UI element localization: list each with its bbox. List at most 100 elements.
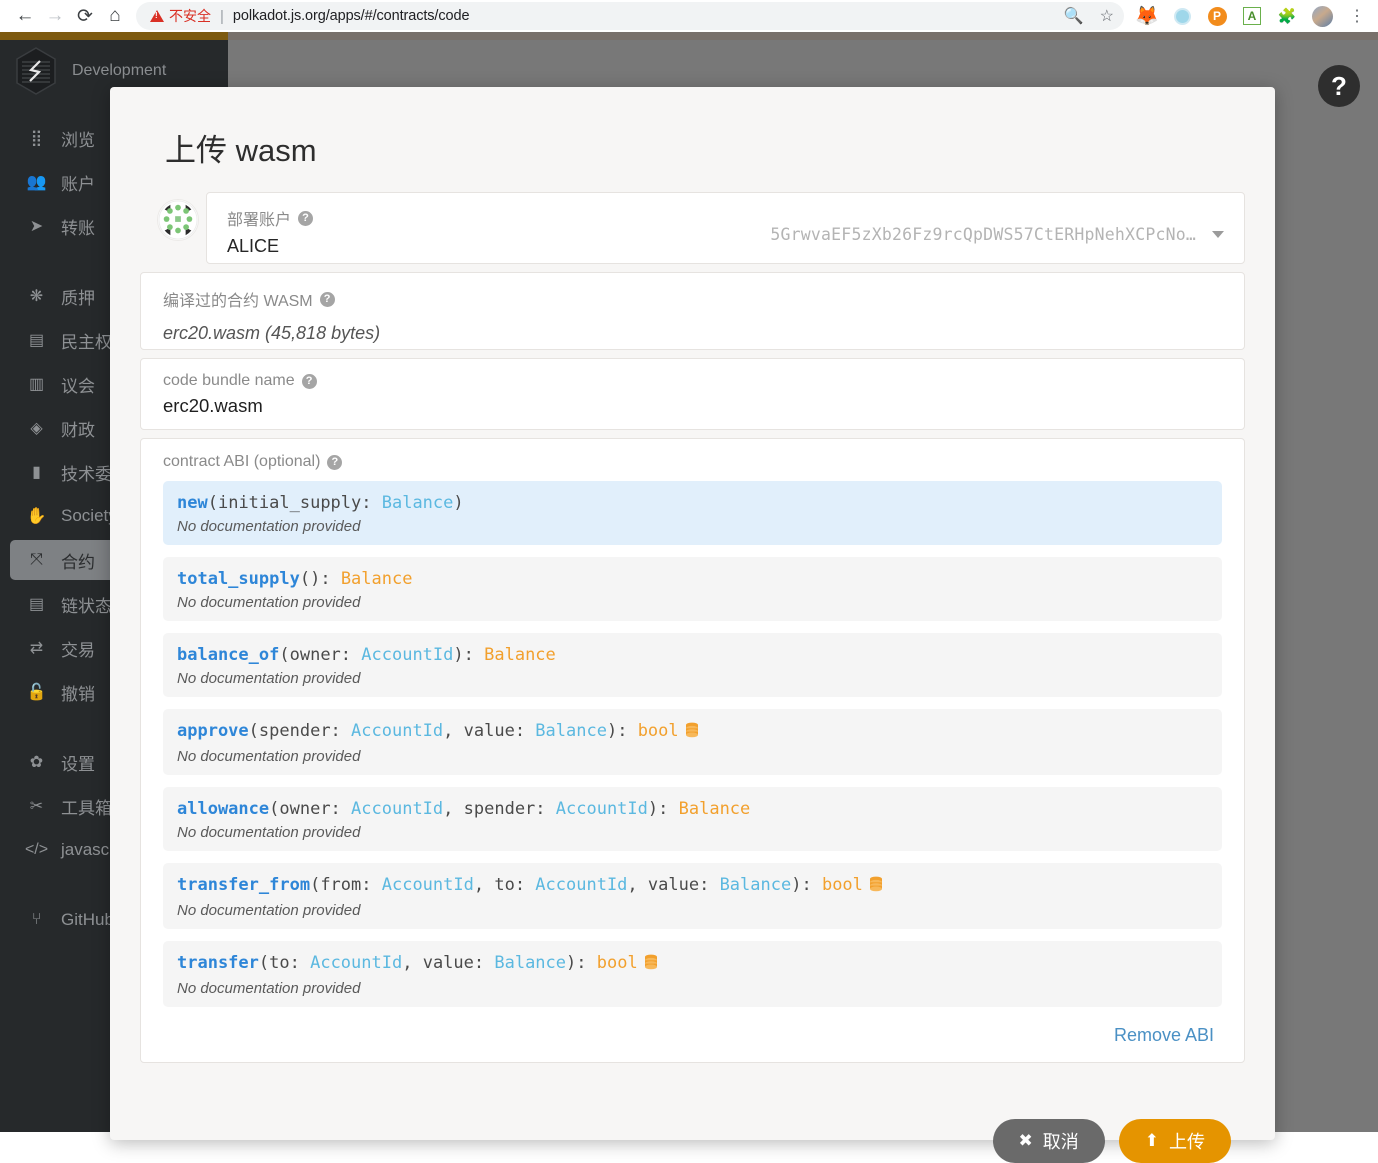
abi-doc-text: No documentation provided	[177, 901, 361, 919]
compiled-wasm-field[interactable]: 编译过的合约 WASM ? erc20.wasm (45,818 bytes)	[140, 272, 1245, 350]
abi-doc-text: No documentation provided	[177, 517, 361, 535]
tools-icon: ✂	[29, 798, 44, 815]
address-bar[interactable]: 不安全 | polkadot.js.org/apps/#/contracts/c…	[136, 2, 1124, 30]
account-identicon	[157, 199, 199, 241]
database-mutates-icon	[685, 722, 699, 745]
cancel-button[interactable]: ✖ 取消	[992, 1118, 1105, 1163]
remove-abi-link[interactable]: Remove ABI	[163, 1019, 1222, 1048]
abi-function-name: balance_of	[177, 644, 280, 665]
abi-return-type: bool	[596, 952, 638, 973]
abi-param-type: Balance	[381, 493, 454, 513]
abi-signature: transfer_from(from: AccountId, to: Accou…	[177, 874, 1208, 899]
abi-param-type: AccountId	[381, 874, 474, 895]
help-icon-wasm[interactable]: ?	[319, 291, 335, 307]
code-bundle-name-field[interactable]: code bundle name ? erc20.wasm	[140, 358, 1245, 430]
browser-menu-icon[interactable]: ⋮	[1346, 5, 1368, 27]
top-strip	[0, 32, 1378, 40]
deployment-account-address: 5GrwvaEF5zXb26Fz9rcQpDWS57CtERHpNehXCPcN…	[770, 225, 1196, 244]
abi-entry[interactable]: transfer_from(from: AccountId, to: Accou…	[163, 862, 1222, 929]
abi-param-type: Balance	[535, 720, 607, 741]
abi-message-list: new(initial_supply: Balance) No documenta…	[163, 481, 1222, 1007]
sidebar-item-label: 质押	[61, 288, 95, 308]
chevron-down-icon[interactable]	[1212, 231, 1224, 238]
building-icon: ▥	[28, 376, 45, 393]
deployment-account-label: 部署账户	[227, 212, 292, 229]
code-branch-icon: ⑂	[31, 911, 42, 928]
home-button[interactable]: ⌂	[100, 1, 130, 31]
sidebar-item-label: GitHub	[61, 910, 114, 929]
deployment-account-field[interactable]: 部署账户 ? ALICE 5GrwvaEF5zXb26Fz9rcQpDWS57C…	[157, 192, 1245, 264]
certificate-icon: ❋	[29, 288, 44, 305]
abi-return-type: Balance	[484, 644, 556, 665]
abi-entry[interactable]: approve(spender: AccountId, value: Balan…	[163, 708, 1222, 775]
sidebar-item-label: 技术委	[61, 464, 112, 484]
exchange-icon: ⇄	[29, 640, 44, 657]
help-icon-account[interactable]: ?	[298, 210, 314, 226]
abi-param-type: AccountId	[310, 952, 403, 973]
sidebar-item-label: 设置	[61, 754, 95, 774]
abi-param-type: AccountId	[351, 798, 444, 819]
star-icon[interactable]: ☆	[1100, 6, 1114, 26]
compress-icon: ⤧	[30, 551, 43, 568]
grid-dots-icon: ⣿	[30, 130, 43, 147]
modal-title: 上传 wasm	[165, 133, 317, 168]
back-button[interactable]: ←	[10, 1, 40, 31]
paper-plane-icon: ➤	[29, 218, 44, 235]
abi-entry[interactable]: total_supply(): Balance No documentation …	[163, 556, 1222, 621]
code-bundle-name-value[interactable]: erc20.wasm	[163, 395, 1222, 417]
forward-button[interactable]: →	[40, 1, 70, 31]
upload-button[interactable]: ⬆ 上传	[1118, 1118, 1231, 1163]
upload-button-label: 上传	[1169, 1131, 1205, 1152]
contract-abi-field: contract ABI (optional) ? new(initial_su…	[140, 438, 1245, 1063]
cogs-icon: ✿	[29, 754, 44, 771]
contract-abi-label: contract ABI (optional)	[163, 453, 321, 470]
abi-doc-text: No documentation provided	[177, 747, 361, 765]
deployment-account-name: ALICE	[227, 236, 280, 256]
abi-param-type: AccountId	[555, 798, 648, 819]
reload-button[interactable]: ⟳	[70, 1, 100, 31]
gem-icon: ◈	[30, 420, 43, 437]
compiled-wasm-label: 编译过的合约 WASM	[163, 293, 313, 310]
abi-function-name: total_supply	[177, 568, 300, 589]
modal-actions: ✖ 取消 ⬆ 上传	[140, 1071, 1245, 1163]
abi-signature: new(initial_supply: Balance)	[177, 493, 464, 513]
help-icon-bundle[interactable]: ?	[301, 373, 317, 389]
insecure-warning[interactable]: 不安全	[150, 6, 211, 26]
abi-signature: total_supply(): Balance	[177, 568, 413, 589]
abi-entry[interactable]: balance_of(owner: AccountId): Balance No …	[163, 632, 1222, 697]
close-x-icon: ✖	[1018, 1130, 1033, 1150]
help-icon-abi[interactable]: ?	[327, 454, 343, 470]
code-icon: </>	[24, 841, 49, 858]
app-root: Development ⣿ 浏览 👥 账户 ➤ 转账 ❋ 质押 ▤ 民主权 ▥ 议会 ◈ 财政 ▮ 技术委 ✋ S…	[0, 32, 1378, 1163]
abi-signature: allowance(owner: AccountId, spender: Acc…	[177, 798, 751, 819]
database-mutates-icon	[869, 876, 883, 899]
url-text: polkadot.js.org/apps/#/contracts/code	[232, 8, 470, 24]
abi-param-type: AccountId	[351, 720, 444, 741]
zoom-search-icon[interactable]: 🔍	[1064, 6, 1084, 26]
profile-avatar[interactable]	[1311, 5, 1333, 27]
abi-return-type: bool	[637, 720, 679, 741]
calendar-check-icon: ▤	[28, 332, 45, 349]
abi-function-name: transfer	[177, 952, 259, 973]
puzzle-extensions-icon[interactable]: 🧩	[1276, 5, 1298, 27]
abi-param-type: Balance	[719, 874, 792, 895]
polkadot-extension-icon[interactable]: P	[1206, 5, 1228, 27]
abi-param-type: AccountId	[361, 644, 454, 665]
users-icon: 👥	[26, 174, 47, 191]
extensions-tray: 🦊 P A 🧩 ⋮	[1132, 5, 1368, 27]
abi-entry[interactable]: new(initial_supply: Balance) No documenta…	[163, 481, 1222, 545]
abi-function-name: allowance	[177, 798, 270, 819]
abi-entry[interactable]: allowance(owner: AccountId, spender: Acc…	[163, 786, 1222, 851]
sidebar-item-label: 工具箱	[61, 798, 112, 818]
compiled-wasm-value: erc20.wasm (45,818 bytes)	[163, 323, 381, 343]
grammarly-icon[interactable]: A	[1241, 5, 1263, 27]
abi-return-type: Balance	[678, 798, 751, 819]
help-icon[interactable]: ?	[1318, 65, 1360, 107]
metamask-icon[interactable]: 🦊	[1135, 5, 1159, 27]
circle-extension-icon[interactable]	[1171, 5, 1193, 27]
abi-doc-text: No documentation provided	[177, 593, 361, 611]
brand-label: Development	[72, 62, 167, 79]
abi-return-type: bool	[821, 874, 863, 895]
database-mutates-icon	[644, 954, 658, 977]
abi-entry[interactable]: transfer(to: AccountId, value: Balance):…	[163, 940, 1222, 1007]
